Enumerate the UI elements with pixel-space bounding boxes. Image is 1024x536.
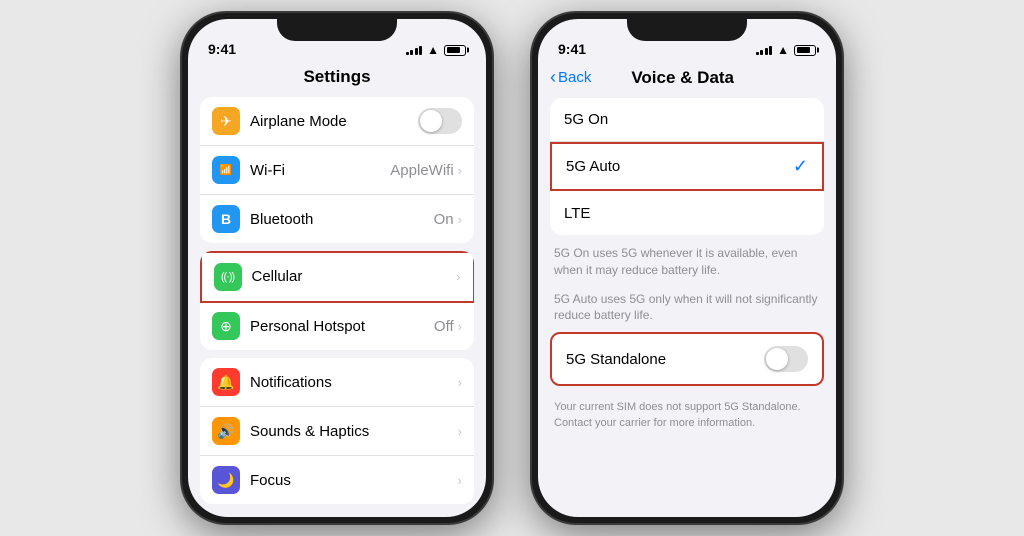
back-label: Back	[558, 69, 591, 86]
standalone-toggle[interactable]	[764, 346, 808, 372]
hotspot-item[interactable]: ⊕ Personal Hotspot Off ›	[200, 302, 474, 350]
wifi-chevron-icon: ›	[458, 163, 462, 178]
hotspot-label: Personal Hotspot	[250, 318, 434, 335]
right-phone: 9:41 ▲ ‹ Back Voice & Data	[532, 13, 842, 523]
cellular-label: Cellular	[252, 268, 457, 285]
bluetooth-value: On	[434, 211, 454, 228]
settings-group-1: ✈ Airplane Mode 📶 Wi-Fi AppleWifi › B	[200, 97, 474, 243]
signal-icon-right	[756, 45, 773, 55]
bar4r	[769, 46, 772, 55]
bar1r	[756, 52, 759, 55]
5g-on-label: 5G On	[564, 111, 810, 128]
bluetooth-chevron-icon: ›	[458, 212, 462, 227]
bluetooth-label: Bluetooth	[250, 211, 434, 228]
battery-icon	[444, 45, 466, 56]
wifi-label: Wi-Fi	[250, 162, 390, 179]
standalone-desc-text: Your current SIM does not support 5G Sta…	[554, 396, 820, 431]
cellular-chevron-icon: ›	[456, 269, 460, 284]
notifications-chevron-icon: ›	[458, 375, 462, 390]
airplane-mode-item[interactable]: ✈ Airplane Mode	[200, 97, 474, 146]
notch-right	[627, 13, 747, 41]
battery-fill-right	[797, 47, 811, 53]
signal-icon	[406, 45, 423, 55]
focus-icon: 🌙	[212, 466, 240, 494]
back-button[interactable]: ‹ Back	[550, 67, 591, 88]
status-icons-right: ▲	[756, 43, 816, 57]
focus-item[interactable]: 🌙 Focus ›	[200, 456, 474, 504]
bluetooth-item[interactable]: B Bluetooth On ›	[200, 195, 474, 243]
checkmark-icon: ✓	[793, 156, 808, 177]
airplane-icon: ✈	[212, 107, 240, 135]
bar2	[410, 50, 413, 55]
lte-item[interactable]: LTE	[550, 191, 824, 235]
wifi-status-icon-right: ▲	[777, 43, 789, 57]
bar1	[406, 52, 409, 55]
nav-title: Voice & Data	[591, 68, 774, 88]
hotspot-value: Off	[434, 318, 454, 335]
standalone-item[interactable]: 5G Standalone	[552, 334, 822, 384]
standalone-knob	[766, 348, 788, 370]
wifi-icon: 📶	[212, 156, 240, 184]
settings-group-3: 🔔 Notifications › 🔊 Sounds & Haptics › 🌙…	[200, 358, 474, 504]
vd-options-group: 5G On 5G Auto ✓ LTE	[550, 98, 824, 235]
hotspot-chevron-icon: ›	[458, 319, 462, 334]
5g-on-desc: 5G On uses 5G whenever it is available, …	[554, 241, 820, 287]
5g-auto-item[interactable]: 5G Auto ✓	[550, 142, 824, 191]
settings-group-2: ((·)) Cellular › ⊕ Personal Hotspot Off …	[200, 251, 474, 350]
notifications-label: Notifications	[250, 374, 458, 391]
descriptions: 5G On uses 5G whenever it is available, …	[550, 241, 824, 332]
back-chevron-icon: ‹	[550, 67, 556, 88]
nav-bar: ‹ Back Voice & Data	[538, 63, 836, 98]
settings-title: Settings	[188, 63, 486, 97]
vd-list: 5G On 5G Auto ✓ LTE 5G On uses 5G whenev…	[538, 98, 836, 517]
bluetooth-icon: B	[212, 205, 240, 233]
notch	[277, 13, 397, 41]
wifi-status-icon: ▲	[427, 43, 439, 57]
battery-fill	[447, 47, 461, 53]
notifications-icon: 🔔	[212, 368, 240, 396]
bar4	[419, 46, 422, 55]
settings-list: ✈ Airplane Mode 📶 Wi-Fi AppleWifi › B	[188, 97, 486, 517]
time-right: 9:41	[558, 41, 586, 57]
5g-auto-label: 5G Auto	[566, 158, 793, 175]
5g-on-item[interactable]: 5G On	[550, 98, 824, 142]
left-screen-content: Settings ✈ Airplane Mode 📶 Wi-Fi AppleW	[188, 63, 486, 517]
right-screen: 9:41 ▲ ‹ Back Voice & Data	[538, 19, 836, 517]
airplane-toggle[interactable]	[418, 108, 462, 134]
notifications-item[interactable]: 🔔 Notifications ›	[200, 358, 474, 407]
left-screen: 9:41 ▲ Settings	[188, 19, 486, 517]
battery-icon-right	[794, 45, 816, 56]
standalone-desc-container: Your current SIM does not support 5G Sta…	[550, 392, 824, 431]
left-phone: 9:41 ▲ Settings	[182, 13, 492, 523]
bar3r	[765, 48, 768, 55]
standalone-group: 5G Standalone	[550, 332, 824, 386]
lte-label: LTE	[564, 205, 810, 222]
bar2r	[760, 50, 763, 55]
sounds-item[interactable]: 🔊 Sounds & Haptics ›	[200, 407, 474, 456]
airplane-label: Airplane Mode	[250, 113, 418, 130]
bar3	[415, 48, 418, 55]
5g-auto-desc: 5G Auto uses 5G only when it will not si…	[554, 287, 820, 333]
cellular-icon: ((·))	[214, 263, 242, 291]
sounds-icon: 🔊	[212, 417, 240, 445]
wifi-value: AppleWifi	[390, 162, 453, 179]
cellular-item[interactable]: ((·)) Cellular ›	[200, 251, 474, 303]
focus-chevron-icon: ›	[458, 473, 462, 488]
sounds-label: Sounds & Haptics	[250, 423, 458, 440]
wifi-item[interactable]: 📶 Wi-Fi AppleWifi ›	[200, 146, 474, 195]
focus-label: Focus	[250, 472, 458, 489]
status-icons-left: ▲	[406, 43, 466, 57]
standalone-label: 5G Standalone	[566, 351, 764, 368]
sounds-chevron-icon: ›	[458, 424, 462, 439]
toggle-knob	[420, 110, 442, 132]
time-left: 9:41	[208, 41, 236, 57]
hotspot-icon: ⊕	[212, 312, 240, 340]
